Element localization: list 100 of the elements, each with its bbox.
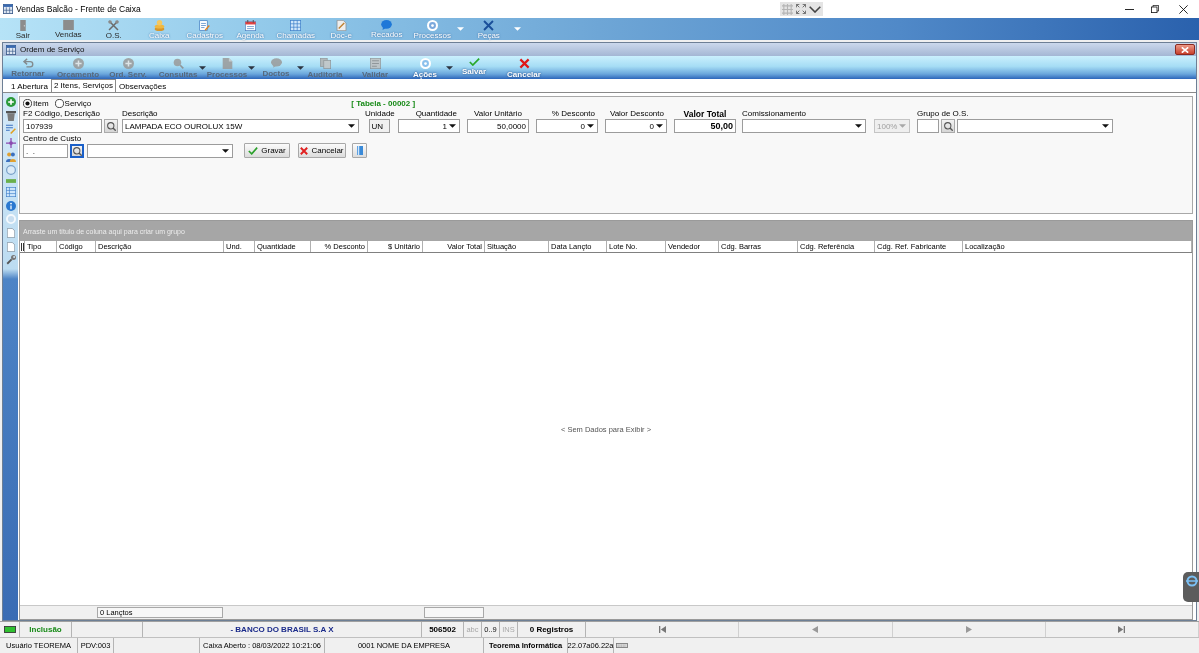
table-icon — [290, 20, 302, 31]
field-label: Descrição — [122, 109, 159, 119]
plus-icon — [122, 58, 134, 69]
search-button[interactable] — [70, 144, 84, 158]
mode-label: Inclusão — [20, 622, 72, 637]
bank-label: - BANCO DO BRASIL S.A X — [143, 622, 422, 637]
check-icon — [468, 58, 480, 66]
tab[interactable]: Observações — [116, 80, 170, 92]
return-icon — [22, 58, 34, 68]
window-title: Vendas Balcão - Frente de Caixa — [16, 4, 141, 14]
plus-icon[interactable] — [5, 97, 16, 107]
calendar-icon — [244, 20, 256, 31]
caret-icon — [348, 124, 355, 128]
bar-icon[interactable] — [5, 179, 16, 184]
code-label: 506502 — [422, 622, 464, 637]
people-icon[interactable] — [5, 151, 16, 162]
chevron-down-icon[interactable] — [809, 5, 821, 13]
ring-icon — [419, 58, 431, 69]
tools-icon — [483, 20, 495, 31]
child-window-title: Ordem de Serviço — [20, 45, 85, 54]
first-record-icon[interactable] — [658, 626, 666, 633]
tab[interactable]: 2 Itens, Serviços — [50, 79, 117, 92]
dropdown[interactable]: 0 — [536, 119, 598, 133]
restore-icon[interactable] — [1151, 5, 1159, 13]
search-icon — [106, 121, 116, 131]
edit-icon[interactable] — [5, 124, 16, 135]
search-button[interactable] — [941, 119, 955, 133]
number-field[interactable]: 50,0000 — [467, 119, 529, 133]
caret-icon — [587, 124, 594, 128]
close-button[interactable] — [1175, 44, 1195, 55]
info-icon[interactable] — [5, 200, 16, 211]
field-label: % Desconto — [550, 109, 596, 119]
document-icon — [221, 58, 233, 69]
dropdown[interactable] — [957, 119, 1113, 133]
chat-icon — [381, 20, 393, 30]
ring-icon[interactable] — [5, 165, 16, 176]
record-count: 0 Registros — [518, 622, 586, 637]
code-field[interactable]: . . — [23, 144, 68, 158]
field-label: Valor Desconto — [608, 109, 665, 119]
caret-icon — [899, 124, 907, 128]
caret-icon — [449, 124, 456, 128]
form-icon — [199, 20, 211, 31]
text-field[interactable]: UN — [368, 119, 390, 133]
code-field[interactable] — [917, 119, 939, 133]
pages-icon — [319, 58, 331, 69]
save-button[interactable]: Gravar — [244, 143, 290, 158]
number-field[interactable]: 50,00 — [674, 119, 736, 133]
cancel-button[interactable]: Cancelar — [298, 143, 346, 158]
previous-record-icon[interactable] — [812, 626, 819, 633]
table-icon[interactable] — [5, 186, 16, 197]
dropdown[interactable] — [742, 119, 866, 133]
radio-button[interactable]: Serviço — [54, 99, 92, 108]
document-icon[interactable] — [6, 227, 15, 238]
radio-button[interactable]: Item — [23, 99, 49, 108]
caret-icon — [1102, 124, 1109, 128]
grip-icon[interactable] — [20, 242, 24, 251]
field-label: Comissionamento — [742, 109, 808, 119]
side-tab-icon[interactable] — [1183, 572, 1199, 602]
book-button[interactable] — [352, 143, 367, 158]
search-icon — [943, 121, 953, 131]
door-icon — [19, 20, 26, 31]
price-table-label: [ Tabela - 00002 ] — [351, 99, 416, 108]
move-icon[interactable] — [5, 138, 16, 149]
field-label: Quantidade — [414, 109, 458, 119]
caret-icon — [855, 124, 862, 128]
list-icon — [369, 58, 381, 69]
book-icon — [356, 146, 363, 155]
code-field[interactable]: 107939 — [23, 119, 102, 133]
last-record-icon[interactable] — [1118, 626, 1126, 633]
status-led-icon — [3, 626, 16, 633]
field-label: Grupo de O.S. — [917, 109, 970, 119]
dropdown[interactable]: 0 — [605, 119, 667, 133]
next-record-icon[interactable] — [965, 626, 972, 633]
app-icon — [3, 4, 13, 14]
chat-icon — [270, 58, 282, 68]
close-icon[interactable] — [1179, 4, 1188, 14]
square-icon — [62, 20, 74, 30]
check-icon — [248, 146, 259, 155]
field-label: Valor Total — [682, 109, 728, 119]
tab[interactable]: 1 Abertura — [8, 80, 51, 92]
caret-icon — [222, 149, 229, 153]
plus-icon — [72, 58, 84, 69]
wrench-icon[interactable] — [5, 255, 16, 266]
dropdown[interactable]: 1 — [398, 119, 460, 133]
app-icon — [6, 44, 16, 55]
document-icon[interactable] — [6, 241, 15, 252]
search-icon — [172, 58, 184, 69]
field-label: Centro de Custo — [23, 134, 83, 144]
caret-icon[interactable] — [446, 65, 453, 70]
trash-icon[interactable] — [5, 110, 16, 121]
expand-icon[interactable] — [796, 4, 806, 14]
search-button[interactable] — [104, 119, 118, 133]
dropdown[interactable]: LAMPADA ECO OUROLUX 15W — [122, 119, 359, 133]
field-label: Unidade — [365, 109, 393, 119]
minimize-icon[interactable] — [1124, 8, 1134, 10]
dropdown[interactable] — [87, 144, 233, 158]
search-icon — [72, 146, 82, 156]
tools-icon — [108, 20, 120, 31]
caret-icon — [656, 124, 663, 128]
keyboard-icon — [616, 643, 628, 648]
